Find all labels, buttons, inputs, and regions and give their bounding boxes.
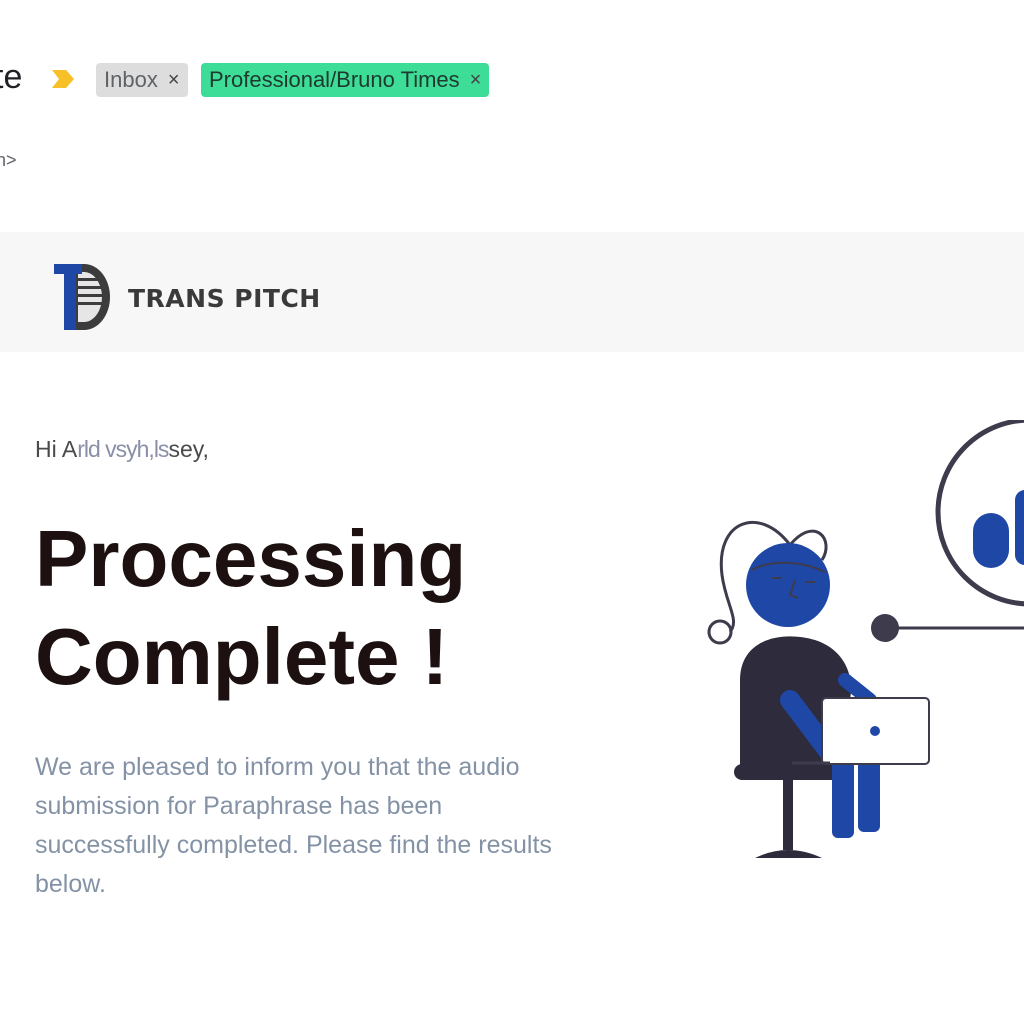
sender-email: n> — [0, 150, 17, 170]
headline: Processing Complete ! — [35, 510, 466, 706]
greeting-suffix: sey, — [168, 436, 209, 462]
remove-label-inbox-icon[interactable]: × — [168, 69, 180, 92]
label-inbox[interactable]: Inbox × — [96, 63, 188, 97]
person-with-laptop-and-mic-illustration — [707, 420, 1024, 858]
greeting-prefix: Hi A — [35, 436, 78, 462]
importance-marker-icon[interactable] — [50, 68, 76, 90]
brand-name: TRANS PITCH — [128, 284, 321, 313]
greeting: Hi Arld vsyh,lssey, — [35, 436, 209, 463]
trans-pitch-logo — [54, 264, 110, 330]
label-professional[interactable]: Professional/Bruno Times × — [201, 63, 490, 97]
headline-line-1: Processing — [35, 514, 467, 603]
label-professional-text: Professional/Bruno Times — [209, 67, 460, 92]
headline-line-2: Complete ! — [35, 612, 449, 701]
label-inbox-text: Inbox — [104, 67, 158, 92]
remove-label-professional-icon[interactable]: × — [470, 69, 482, 92]
message-body: We are pleased to inform you that the au… — [35, 753, 552, 898]
greeting-obscured-name: rld vsyh,ls — [77, 436, 169, 462]
email-subject: te — [0, 58, 23, 96]
